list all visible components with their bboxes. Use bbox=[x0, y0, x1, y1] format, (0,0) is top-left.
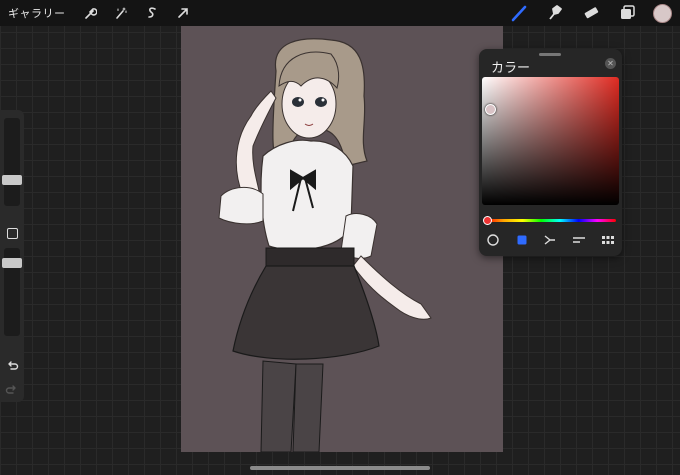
redo-icon[interactable] bbox=[5, 382, 19, 401]
palettes-mode-icon[interactable] bbox=[600, 232, 616, 248]
smudge-icon[interactable] bbox=[545, 3, 565, 23]
brush-size-slider[interactable] bbox=[2, 118, 22, 206]
panel-grabber[interactable] bbox=[539, 53, 561, 56]
color-panel-title: カラー bbox=[491, 61, 531, 76]
hue-slider[interactable] bbox=[485, 219, 616, 222]
wrench-icon[interactable] bbox=[80, 3, 100, 23]
undo-icon[interactable] bbox=[5, 358, 19, 377]
color-picker-handle[interactable] bbox=[485, 104, 496, 115]
modify-button[interactable] bbox=[7, 228, 18, 239]
color-mode-tabs bbox=[479, 230, 622, 250]
drawing-canvas[interactable] bbox=[181, 26, 503, 452]
transform-arrow-icon[interactable] bbox=[173, 3, 193, 23]
color-panel: カラー ✕ bbox=[479, 49, 622, 256]
gallery-button[interactable]: ギャラリー bbox=[8, 5, 66, 21]
saturation-brightness-picker[interactable] bbox=[482, 77, 619, 205]
close-icon[interactable]: ✕ bbox=[605, 58, 616, 69]
illustration-artwork bbox=[218, 38, 432, 452]
harmony-mode-icon[interactable] bbox=[542, 232, 558, 248]
selection-icon[interactable] bbox=[142, 3, 162, 23]
current-color-swatch[interactable] bbox=[653, 3, 672, 23]
home-indicator[interactable] bbox=[250, 466, 430, 470]
layers-icon[interactable] bbox=[617, 3, 637, 23]
magic-wand-icon[interactable] bbox=[111, 3, 131, 23]
value-mode-icon[interactable] bbox=[571, 232, 587, 248]
classic-mode-icon[interactable] bbox=[514, 232, 530, 248]
eraser-icon[interactable] bbox=[581, 3, 601, 23]
opacity-slider[interactable] bbox=[2, 248, 22, 336]
right-tool-group bbox=[509, 2, 676, 24]
brush-icon[interactable] bbox=[509, 3, 529, 23]
hue-slider-knob[interactable] bbox=[483, 216, 492, 225]
disc-mode-icon[interactable] bbox=[485, 232, 501, 248]
opacity-thumb[interactable] bbox=[2, 258, 22, 268]
brush-size-thumb[interactable] bbox=[2, 175, 22, 185]
left-sidebar bbox=[0, 110, 24, 402]
top-toolbar: ギャラリー bbox=[0, 0, 680, 26]
